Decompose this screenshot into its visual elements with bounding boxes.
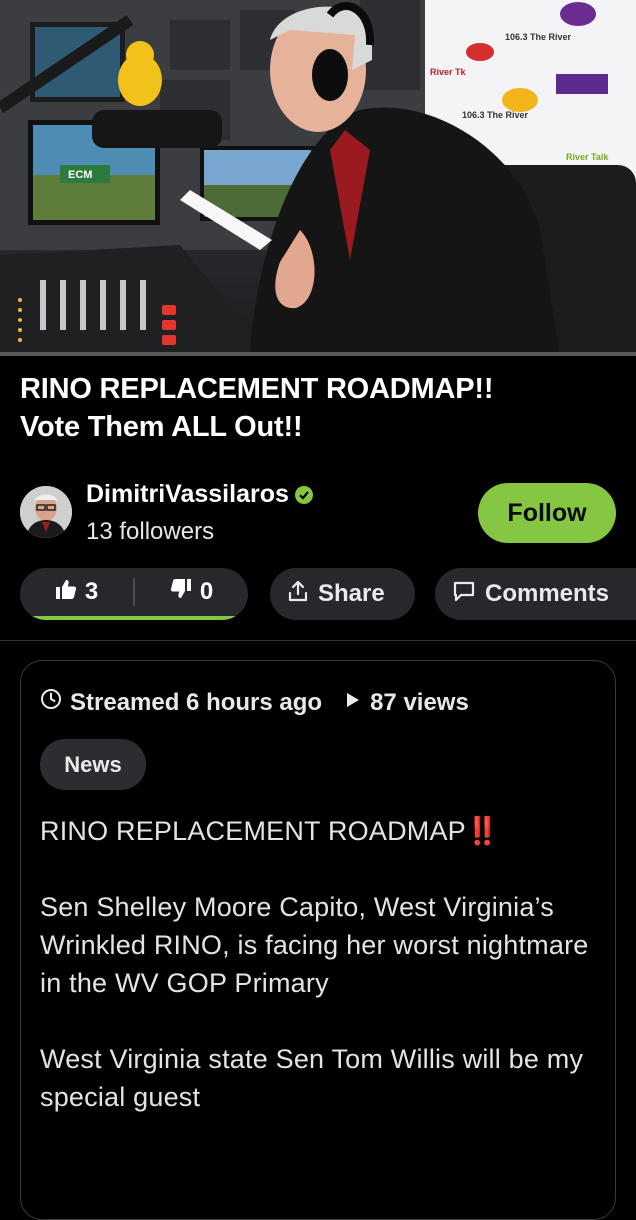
stream-meta: Streamed 6 hours ago 87 views [40,688,469,717]
double-exclamation-emoji: ‼️ [465,816,500,846]
play-icon [344,689,362,717]
view-count: 87 views [370,688,469,716]
description-paragraph-3: West Virginia state Sen Tom Willis will … [40,1044,584,1112]
dislike-button[interactable]: 0 [135,568,248,616]
svg-text:River Talk: River Talk [566,152,609,162]
share-icon [288,580,308,609]
streamed-info: Streamed 6 hours ago [40,688,322,717]
video-title-line-1: RINO REPLACEMENT ROADMAP!! [20,373,494,405]
comment-icon [453,580,475,609]
views-info: 87 views [344,689,469,717]
comments-button[interactable]: Comments [435,568,636,620]
verified-check-icon [294,485,313,504]
video-thumbnail: 106.3 The River River Tk 106.3 The River… [0,0,636,356]
share-label: Share [318,580,385,607]
svg-text:River Tk: River Tk [430,67,467,77]
dislike-count: 0 [199,578,214,605]
thumbs-up-icon [55,578,77,607]
like-count: 3 [84,578,99,605]
clock-icon [40,688,62,717]
channel-name-text: DimitriVassilaros [86,480,289,508]
channel-name[interactable]: DimitriVassilaros [86,480,313,509]
follow-button[interactable]: Follow [478,483,616,543]
streamed-time: Streamed 6 hours ago [70,688,323,716]
section-divider [0,640,636,641]
video-player[interactable]: 106.3 The River River Tk 106.3 The River… [0,0,636,356]
vote-group: 3 0 [20,568,248,620]
video-title: RINO REPLACEMENT ROADMAP!! Vote Them ALL… [20,370,620,446]
like-button[interactable]: 3 [20,568,133,616]
description-headline: RINO REPLACEMENT ROADMAP [40,816,466,846]
video-progress-track[interactable] [0,352,636,356]
description-paragraph-2: Sen Shelley Moore Capito, West Virginia’… [40,892,589,998]
thumbs-down-icon [170,578,192,607]
avatar[interactable] [20,486,72,538]
vote-ratio-bar [20,616,248,620]
comments-label: Comments [485,580,610,607]
video-title-line-2: Vote Them ALL Out!! [20,411,303,443]
follower-count: 13 followers [86,518,215,545]
category-tag[interactable]: News [40,739,146,790]
description-text: RINO REPLACEMENT ROADMAP‼️ Sen Shelley M… [40,812,610,1116]
description-line-1: RINO REPLACEMENT ROADMAP‼️ [40,812,610,850]
svg-text:ECM: ECM [68,169,92,181]
share-button[interactable]: Share [270,568,415,620]
svg-text:106.3 The River: 106.3 The River [505,32,572,42]
avatar-image [20,486,72,538]
